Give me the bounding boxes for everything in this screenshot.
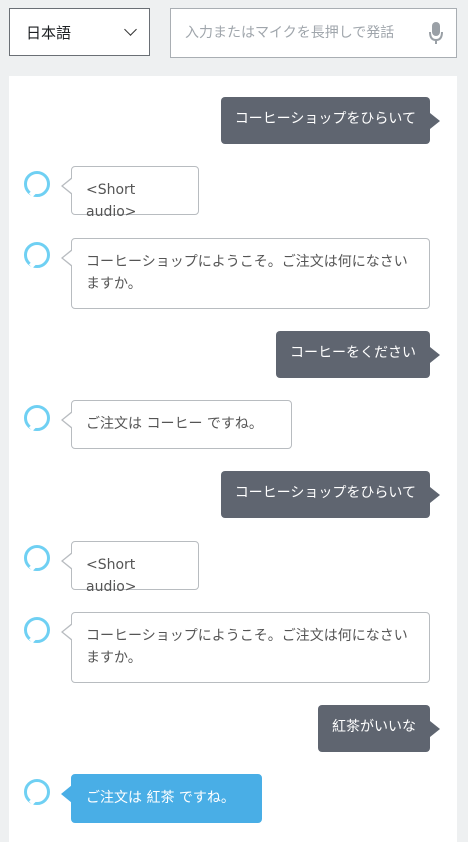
top-bar: 日本語 (0, 0, 468, 68)
user-message: コーヒーショップをひらいて (220, 471, 441, 518)
utterance-input[interactable] (171, 9, 416, 57)
utterance-input-box (170, 8, 457, 58)
microphone-icon[interactable] (416, 9, 456, 57)
alexa-message: コーヒーショップにようこそ。ご注文は何になさいますか。 (61, 238, 430, 309)
alexa-ring-icon (24, 779, 50, 805)
alexa-ring-icon (24, 242, 50, 268)
language-select[interactable]: 日本語 (9, 8, 150, 56)
language-select-value: 日本語 (26, 23, 72, 42)
alexa-message-latest: ご注文は 紅茶 ですね。 (61, 774, 262, 823)
alexa-message: <Short audio> (61, 166, 199, 220)
alexa-ring-icon (24, 545, 50, 571)
alexa-ring-icon (24, 617, 50, 643)
chevron-down-icon (124, 23, 137, 36)
alexa-message: コーヒーショップにようこそ。ご注文は何になさいますか。 (61, 612, 430, 683)
alexa-ring-icon (24, 171, 50, 197)
alexa-message: ご注文は コーヒー ですね。 (61, 400, 292, 449)
user-message: コーヒーショップをひらいて (220, 97, 441, 144)
alexa-ring-icon (24, 405, 50, 431)
conversation-panel: コーヒーショップをひらいて <Short audio> コーヒーショップにようこ… (9, 76, 457, 842)
user-message: 紅茶がいいな (318, 705, 440, 752)
user-message: コーヒーをください (276, 331, 440, 378)
alexa-message: <Short audio> (61, 541, 199, 595)
